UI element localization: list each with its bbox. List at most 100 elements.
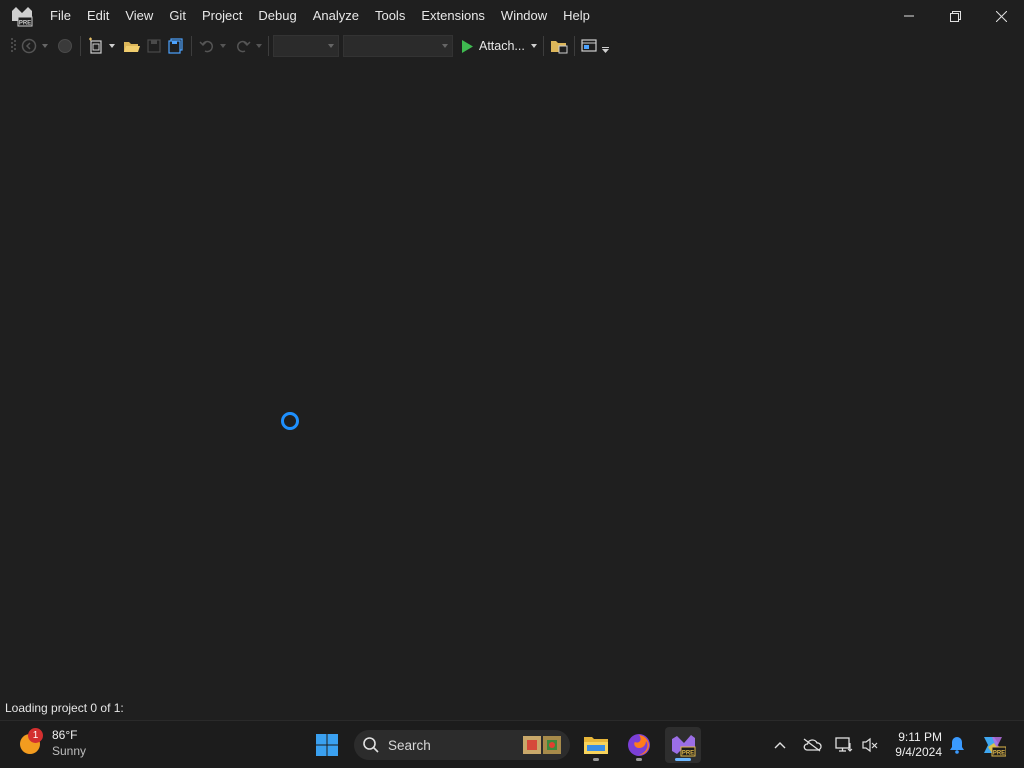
toolbar-separator: [542, 36, 544, 56]
logo-badge-text: PRE: [19, 21, 31, 27]
firefox-icon: [628, 734, 650, 756]
search-placeholder: Search: [388, 737, 431, 753]
copilot-badge-text: PRE: [993, 751, 1005, 757]
chevron-down-icon: [220, 44, 226, 48]
start-button[interactable]: [309, 727, 345, 763]
menu-tools[interactable]: Tools: [367, 0, 413, 32]
weather-condition: Sunny: [52, 744, 87, 758]
toolbar-grip-icon[interactable]: [8, 35, 18, 57]
taskbar-firefox[interactable]: [621, 727, 657, 763]
redo-button[interactable]: [232, 35, 254, 57]
file-explorer-icon: [584, 737, 608, 754]
navigate-backward-dropdown[interactable]: [40, 35, 50, 57]
clock-time: 9:11 PM: [898, 730, 942, 744]
menu-help[interactable]: Help: [555, 0, 598, 32]
back-circle-icon: [21, 38, 37, 54]
visual-studio-preview-icon: PRE: [672, 735, 696, 757]
save-all-icon: [168, 38, 183, 54]
taskbar-search-box[interactable]: Search: [354, 730, 570, 760]
browse-folder-button[interactable]: [548, 35, 570, 57]
network-tray[interactable]: [832, 721, 856, 768]
close-button[interactable]: [978, 0, 1024, 32]
undo-button[interactable]: [196, 35, 218, 57]
solution-configuration-combo[interactable]: [273, 35, 339, 57]
notification-bell-icon: [950, 737, 964, 754]
volume-tray[interactable]: [858, 721, 882, 768]
windows-start-icon: [316, 734, 338, 756]
chevron-down-icon: [109, 44, 115, 48]
vs-badge-text: PRE: [682, 751, 694, 757]
standard-toolbar: Attach...: [0, 32, 1024, 60]
menu-extensions[interactable]: Extensions: [413, 0, 493, 32]
show-hidden-icons-button[interactable]: [770, 721, 790, 768]
menu-analyze[interactable]: Analyze: [305, 0, 367, 32]
taskbar-file-explorer[interactable]: [578, 727, 614, 763]
running-indicator: [593, 758, 599, 761]
notifications-button[interactable]: [946, 721, 968, 768]
main-workspace: [0, 60, 1024, 696]
toolbar-overflow-icon: [602, 47, 610, 53]
window-layout-button[interactable]: [579, 35, 601, 57]
undo-dropdown[interactable]: [218, 35, 228, 57]
network-ethernet-icon: [835, 737, 853, 752]
chevron-down-icon: [42, 44, 48, 48]
weather-sun-icon: 1: [18, 728, 44, 756]
chevron-down-icon: [530, 44, 537, 48]
toolbar-separator: [268, 36, 269, 56]
menu-project[interactable]: Project: [194, 0, 250, 32]
minimize-icon: [904, 15, 914, 17]
copilot-button[interactable]: PRE: [978, 721, 1008, 768]
open-folder-icon: [124, 42, 140, 52]
restore-button[interactable]: [932, 0, 978, 32]
new-project-button[interactable]: [85, 35, 107, 57]
navigate-forward-button[interactable]: [54, 35, 76, 57]
taskbar-clock[interactable]: 9:11 PM 9/4/2024: [884, 730, 942, 760]
toolbar-separator: [191, 36, 192, 56]
solution-platform-combo[interactable]: [343, 35, 453, 57]
chevron-down-icon: [256, 44, 262, 48]
weather-alert-badge: 1: [28, 728, 43, 743]
weather-widget[interactable]: 1 86°F Sunny: [18, 727, 86, 759]
navigate-backward-button[interactable]: [18, 35, 40, 57]
cloud-offline-icon: [803, 738, 822, 752]
play-icon: [462, 39, 473, 53]
windows-taskbar: 1 86°F Sunny Search PRE 9:11 PM 9/4/2024…: [0, 720, 1024, 768]
clock-date: 9/4/2024: [895, 745, 942, 759]
copilot-preview-icon: PRE: [984, 737, 1006, 757]
running-indicator: [636, 758, 642, 761]
attach-button[interactable]: Attach...: [457, 35, 529, 57]
restore-icon: [949, 10, 961, 22]
menu-window[interactable]: Window: [493, 0, 555, 32]
menu-view[interactable]: View: [117, 0, 161, 32]
new-project-dropdown[interactable]: [107, 35, 117, 57]
close-icon: [995, 10, 1007, 22]
taskbar-visual-studio[interactable]: PRE: [665, 727, 701, 763]
save-all-button[interactable]: [165, 35, 187, 57]
menu-git[interactable]: Git: [161, 0, 194, 32]
loading-spinner-icon: [281, 412, 299, 430]
volume-muted-icon: [862, 737, 878, 753]
window-controls: [886, 0, 1024, 32]
toolbar-options-dropdown[interactable]: [601, 39, 611, 61]
save-button[interactable]: [143, 35, 165, 57]
redo-icon: [236, 40, 251, 53]
toolbar-separator: [573, 36, 575, 56]
menu-edit[interactable]: Edit: [79, 0, 117, 32]
chevron-down-icon: [328, 44, 334, 48]
menu-file[interactable]: File: [42, 0, 79, 32]
menu-debug[interactable]: Debug: [250, 0, 304, 32]
menu-bar: File Edit View Git Project Debug Analyze…: [42, 0, 598, 32]
folder-view-icon: [550, 41, 568, 54]
toolbar-separator: [80, 36, 81, 56]
redo-dropdown[interactable]: [254, 35, 264, 57]
attach-dropdown[interactable]: [529, 35, 539, 57]
save-icon: [147, 39, 161, 53]
search-highlight-icon: [522, 735, 562, 755]
chevron-down-icon: [442, 44, 448, 48]
onedrive-tray[interactable]: [800, 721, 824, 768]
open-file-button[interactable]: [121, 35, 143, 57]
minimize-button[interactable]: [886, 0, 932, 32]
forward-circle-icon: [58, 39, 72, 53]
title-bar: PRE File Edit View Git Project Debug Ana…: [0, 0, 1024, 32]
visual-studio-logo-icon[interactable]: PRE: [10, 5, 34, 27]
